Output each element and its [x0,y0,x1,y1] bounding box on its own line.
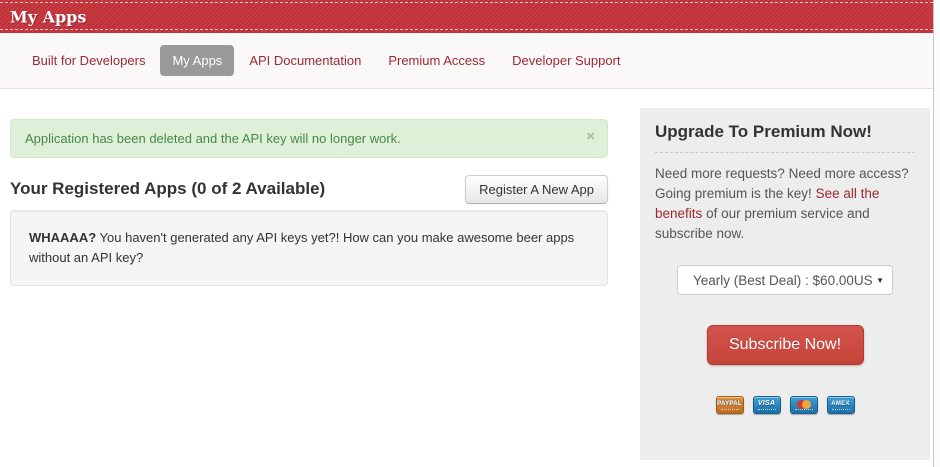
nav-item-api-documentation[interactable]: API Documentation [237,45,373,76]
main-nav: Built for Developers My Apps API Documen… [0,33,933,89]
mastercard-yellow-circle [801,399,811,409]
nav-item-my-apps[interactable]: My Apps [160,45,235,76]
subscribe-row: Subscribe Now! [655,325,915,365]
plan-select-value: Yearly (Best Deal) : $60.00USD [693,272,874,288]
my-apps-page: My Apps Built for Developers My Apps API… [0,0,940,467]
payment-methods: PAYPAL VISA AMEX [655,396,915,414]
premium-upsell-panel: Upgrade To Premium Now! Need more reques… [640,108,930,460]
nav-item-developer-support[interactable]: Developer Support [500,45,632,76]
empty-state-well: WHAAAA? You haven't generated any API ke… [10,210,608,286]
plan-select-row: Yearly (Best Deal) : $60.00USD ▼ [655,265,915,295]
register-new-app-button[interactable]: Register A New App [465,174,608,204]
close-icon[interactable]: × [586,129,595,144]
visa-card-icon: VISA [752,396,781,414]
registered-apps-header: Your Registered Apps (0 of 2 Available) … [10,172,608,206]
empty-state-text: You haven't generated any API keys yet?!… [29,230,575,265]
mastercard-card-icon [789,396,818,414]
plan-select[interactable]: Yearly (Best Deal) : $60.00USD ▼ [677,265,893,295]
paypal-card-icon: PAYPAL [715,396,744,414]
empty-state-lead: WHAAAA? [29,230,97,245]
success-alert: Application has been deleted and the API… [10,119,608,158]
amex-card-icon: AMEX [826,396,855,414]
page-header-banner: My Apps [0,0,933,33]
chevron-down-icon: ▼ [876,275,884,285]
premium-heading: Upgrade To Premium Now! [655,120,915,153]
registered-apps-heading: Your Registered Apps (0 of 2 Available) [10,179,326,198]
alert-message: Application has been deleted and the API… [25,131,401,146]
vertical-scrollbar[interactable] [933,0,940,467]
nav-item-built-for-developers[interactable]: Built for Developers [20,45,157,76]
page-title: My Apps [10,7,87,26]
premium-description: Need more requests? Need more access? Go… [655,164,915,244]
nav-item-premium-access[interactable]: Premium Access [376,45,497,76]
subscribe-now-button[interactable]: Subscribe Now! [706,325,864,365]
